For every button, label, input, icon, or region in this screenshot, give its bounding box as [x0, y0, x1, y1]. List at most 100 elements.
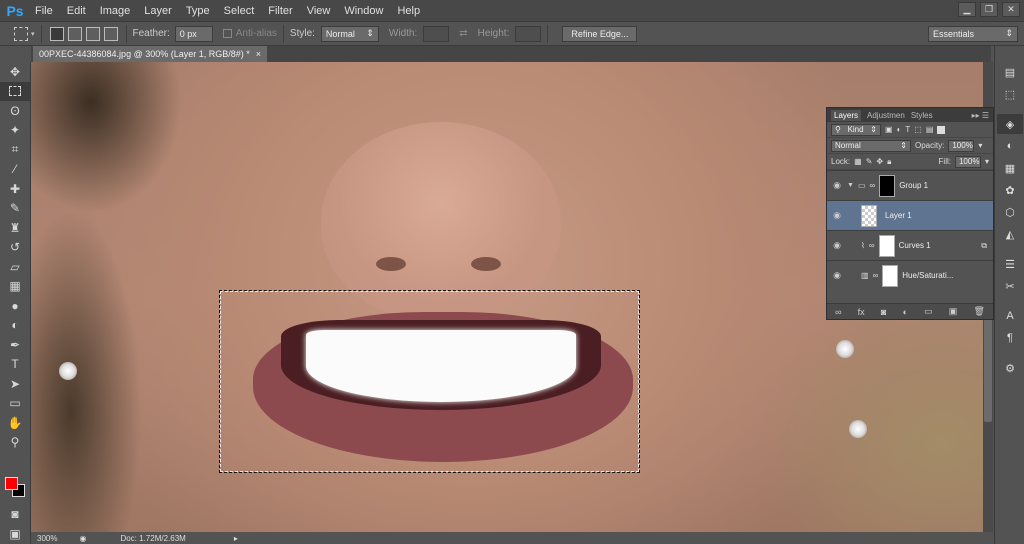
hand-icon[interactable]: ✋ [0, 413, 30, 433]
rectangular-marquee-icon[interactable] [0, 81, 30, 101]
style-select[interactable]: Normal ⇕ [320, 25, 379, 42]
height-input[interactable] [515, 25, 542, 42]
link-layers-icon[interactable]: ∞ [835, 307, 841, 317]
history-brush-icon[interactable]: ↺ [0, 238, 30, 258]
width-input[interactable] [423, 25, 450, 42]
workspace-select[interactable]: Essentials ⇕ [928, 25, 1018, 42]
fill-input[interactable]: 100% [954, 155, 981, 168]
zoom-icon[interactable]: ⚲ [0, 433, 30, 453]
pen-icon[interactable]: ✒ [0, 335, 30, 355]
quick-mask-icon[interactable]: ◙ [0, 504, 30, 524]
filter-kind-select[interactable]: ⚲ Kind ⇕ [831, 123, 881, 136]
restore-icon[interactable]: ❐ [980, 2, 998, 17]
close-icon[interactable]: ✕ [1002, 2, 1020, 17]
menu-help[interactable]: Help [390, 0, 427, 22]
zoom-level[interactable]: 300% [37, 534, 57, 543]
opacity-input[interactable]: 100% [948, 139, 975, 152]
filter-toggle-icon[interactable] [937, 125, 946, 134]
refine-edge-button[interactable]: Refine Edge... [562, 25, 638, 42]
eraser-icon[interactable]: ▱ [0, 257, 30, 277]
scrollbar-thumb[interactable] [984, 302, 992, 422]
tab-styles[interactable]: Styles [911, 111, 933, 120]
lock-position-icon[interactable]: ✥ [876, 157, 883, 166]
tool-presets-icon[interactable]: ⚙ [997, 358, 1023, 378]
layer-row-adjustment[interactable]: ◉ ⌇ ∞ Curves 1 ⧉ [827, 230, 993, 260]
smart-filter-icon[interactable]: ▤ [926, 125, 934, 134]
new-layer-icon[interactable]: ▣ [949, 306, 958, 317]
subtract-selection-icon[interactable] [85, 26, 100, 41]
crop-icon[interactable]: ⌗ [0, 140, 30, 160]
swatches-panel-icon[interactable]: ▦ [997, 158, 1023, 178]
chevron-down-icon[interactable]: ▾ [985, 157, 989, 166]
antialias-checkbox[interactable] [222, 29, 232, 38]
move-tool-icon[interactable]: ✥ [0, 62, 30, 82]
color-panel-icon[interactable]: ◐ [997, 136, 1023, 156]
trash-icon[interactable]: 🗑︎ [973, 306, 984, 317]
chevron-down-icon[interactable]: ▾ [31, 30, 35, 38]
fx-icon[interactable]: fx [858, 307, 865, 317]
lock-all-icon[interactable]: 🔒︎ [887, 157, 891, 167]
panel-menu-icon[interactable]: ▸▸ ☰ [972, 111, 989, 120]
foreground-color-swatch[interactable] [5, 477, 18, 490]
dodge-icon[interactable]: ◐ [0, 316, 30, 336]
lock-transparency-icon[interactable]: ▦ [854, 157, 862, 166]
lock-pixels-icon[interactable]: ✎ [866, 157, 873, 166]
layer-row-selected[interactable]: ◉ Layer 1 [827, 200, 993, 230]
gradient-icon[interactable]: ▦ [0, 277, 30, 297]
menu-edit[interactable]: Edit [60, 0, 93, 22]
new-adjustment-icon[interactable]: ◐ [902, 307, 907, 317]
close-tab-icon[interactable]: × [256, 49, 261, 59]
paths-panel-icon[interactable]: ⬡ [997, 202, 1023, 222]
layer-row-group[interactable]: ◉ ▼ ▭ ∞ Group 1 [827, 170, 993, 200]
arrow-right-icon[interactable]: ▸ [234, 534, 238, 543]
menu-file[interactable]: File [28, 0, 60, 22]
feather-input[interactable]: 0 px [174, 25, 213, 42]
new-group-icon[interactable]: ▭ [924, 306, 933, 317]
eye-icon[interactable]: ◉ [831, 180, 843, 191]
tab-layers[interactable]: Layers [831, 109, 862, 121]
clone-stamp-icon[interactable]: ♜ [0, 218, 30, 238]
expand-group-icon[interactable]: ▼ [847, 182, 854, 189]
properties-panel-icon[interactable]: ⬚ [997, 84, 1023, 104]
intersect-selection-icon[interactable] [103, 26, 118, 41]
eyedropper-icon[interactable]: ⁄ [0, 160, 30, 180]
screen-mode-icon[interactable]: ▣ [0, 524, 30, 544]
eye-icon[interactable]: ◉ [831, 240, 843, 251]
minimize-icon[interactable]: ▁ [958, 2, 976, 17]
document-tab[interactable]: 00PXEC-44386084.jpg @ 300% (Layer 1, RGB… [33, 46, 268, 62]
color-swatches[interactable] [5, 477, 27, 499]
blur-icon[interactable]: ● [0, 296, 30, 316]
new-selection-icon[interactable] [49, 26, 64, 41]
quick-selection-icon[interactable]: ✦ [0, 121, 30, 141]
menu-window[interactable]: Window [337, 0, 390, 22]
menu-type[interactable]: Type [179, 0, 217, 22]
swap-icon[interactable]: ⇄ [459, 28, 467, 39]
path-selection-icon[interactable]: ➤ [0, 374, 30, 394]
character-panel-icon[interactable]: A [997, 306, 1023, 326]
marquee-preset-icon[interactable] [14, 26, 28, 41]
menu-select[interactable]: Select [217, 0, 262, 22]
clone-source-icon[interactable]: ✂ [997, 276, 1023, 296]
lasso-icon[interactable]: ʘ [0, 101, 30, 121]
blend-mode-select[interactable]: Normal ⇕ [831, 139, 911, 152]
adjustment-filter-icon[interactable]: ◐ [897, 125, 902, 134]
export-icon[interactable]: ◉ [79, 534, 86, 543]
brush-panel-icon[interactable]: ☰ [997, 254, 1023, 274]
eye-icon[interactable]: ◉ [831, 270, 843, 281]
pixel-filter-icon[interactable]: ▣ [885, 125, 893, 134]
channels-panel-icon[interactable]: ✿ [997, 180, 1023, 200]
history-panel-icon[interactable]: ▤ [997, 62, 1023, 82]
add-selection-icon[interactable] [67, 26, 82, 41]
eye-icon[interactable]: ◉ [831, 210, 843, 221]
paragraph-panel-icon[interactable]: ¶ [997, 328, 1023, 348]
tab-adjustments[interactable]: Adjustmen [867, 111, 905, 120]
add-mask-icon[interactable]: ◙ [881, 307, 886, 317]
menu-layer[interactable]: Layer [137, 0, 179, 22]
adjustments-panel-icon[interactable]: ◭ [997, 224, 1023, 244]
shape-filter-icon[interactable]: ⬚ [914, 125, 922, 134]
chevron-down-icon[interactable]: ▾ [978, 141, 982, 150]
marquee-selection[interactable] [219, 290, 640, 473]
layers-panel-icon[interactable]: ◈ [997, 114, 1023, 134]
shape-icon[interactable]: ▭ [0, 394, 30, 414]
type-icon[interactable]: T [0, 355, 30, 375]
